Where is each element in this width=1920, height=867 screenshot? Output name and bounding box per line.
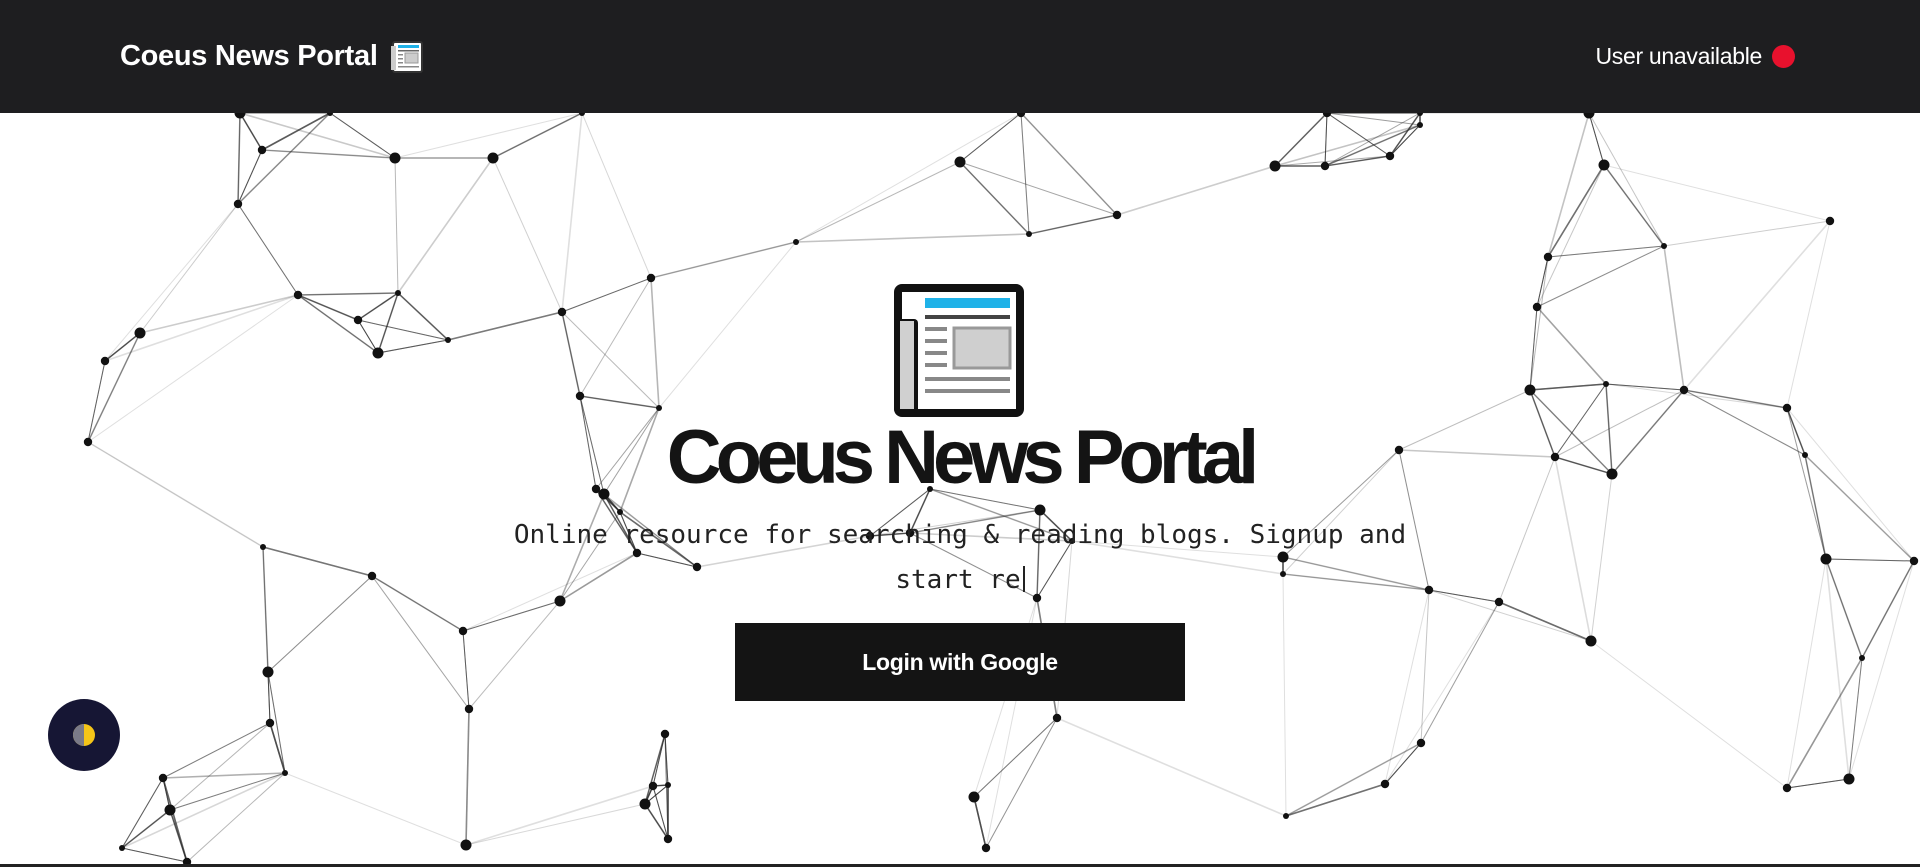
- brand-link[interactable]: Coeus News Portal: [120, 40, 424, 74]
- hero-section: Coeus News Portal Online resource for se…: [0, 113, 1920, 867]
- user-status: User unavailable: [1595, 43, 1795, 70]
- hero-subtitle-line2: start re: [895, 565, 1021, 595]
- half-moon-icon: [73, 724, 95, 746]
- theme-toggle-button[interactable]: [48, 699, 120, 771]
- hero-subtitle: Online resource for searching & reading …: [480, 513, 1440, 603]
- brand-title: Coeus News Portal: [120, 40, 378, 72]
- hero-subtitle-line1: Online resource for searching & reading …: [513, 520, 1407, 550]
- navbar: Coeus News Portal User unavailable: [0, 0, 1920, 113]
- status-indicator-icon: [1772, 45, 1795, 68]
- newspaper-icon: [390, 40, 423, 73]
- user-status-label: User unavailable: [1595, 43, 1762, 69]
- login-with-google-button[interactable]: Login with Google: [735, 623, 1185, 701]
- newspaper-icon: [894, 284, 1024, 417]
- hero-title: Coeus News Portal: [666, 415, 1259, 500]
- typing-cursor: [1022, 566, 1025, 592]
